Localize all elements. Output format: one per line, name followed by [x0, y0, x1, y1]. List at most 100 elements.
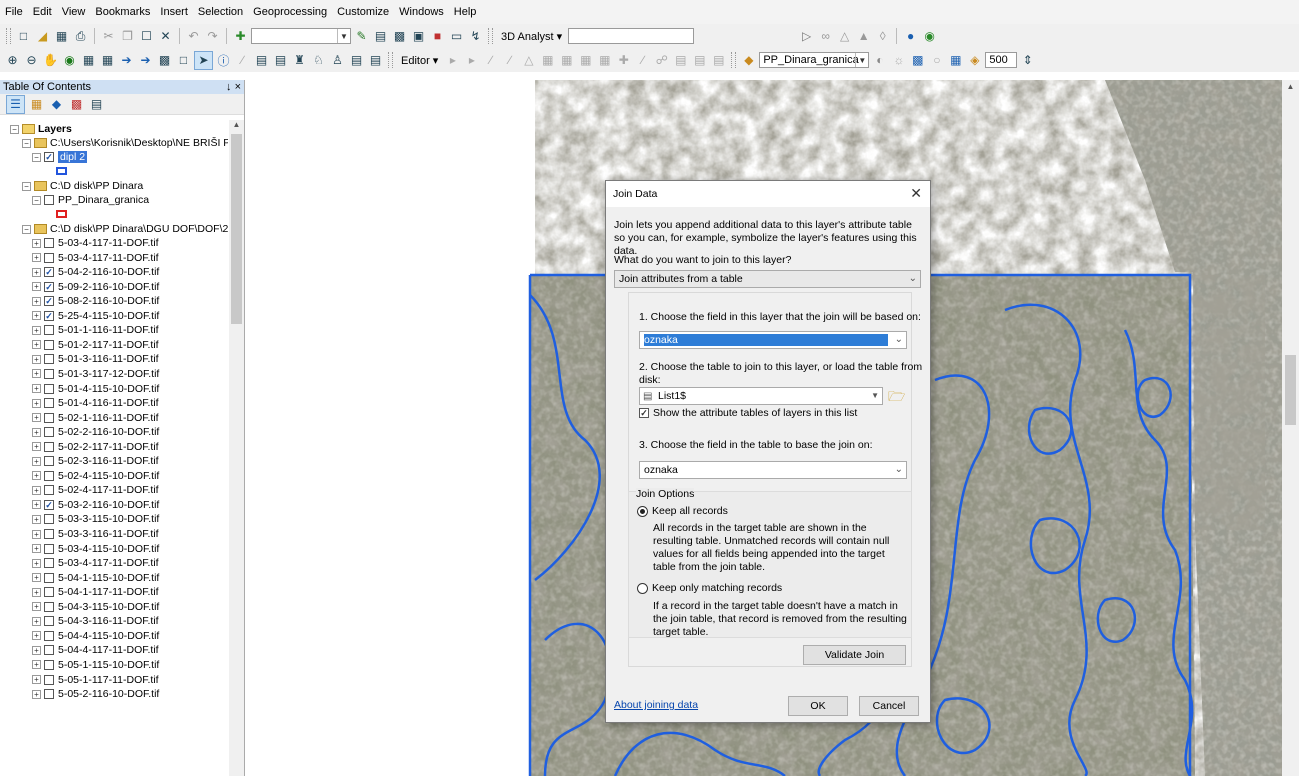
attributes-icon[interactable]: ▤ — [672, 52, 689, 69]
measure-icon[interactable]: ▤ — [272, 52, 289, 69]
table-of-contents-icon[interactable]: ▤ — [372, 28, 389, 45]
menu-view[interactable]: View — [57, 0, 91, 24]
raster-layer-row[interactable]: +5-03-3-115-10-DOF.tif — [32, 512, 159, 526]
expand-icon[interactable]: + — [32, 689, 41, 699]
swipe-icon[interactable]: ▩ — [909, 52, 926, 69]
zoom-in-icon[interactable]: ⊕ — [4, 52, 21, 69]
expand-icon[interactable]: + — [32, 311, 41, 321]
edit-annotation-icon[interactable]: ▸ — [463, 52, 480, 69]
menu-help[interactable]: Help — [449, 0, 482, 24]
expand-icon[interactable]: + — [32, 253, 41, 263]
editor-options-icon[interactable]: ▤ — [710, 52, 727, 69]
scroll-thumb[interactable] — [1285, 355, 1296, 425]
profile-graph-icon[interactable]: △ — [836, 28, 853, 45]
layer-checkbox[interactable] — [44, 689, 54, 700]
group-dof[interactable]: − C:\D disk\PP Dinara\DGU DOF\DOF\201 — [22, 222, 228, 236]
identify-icon[interactable]: ⓘ — [215, 52, 232, 69]
toc-pin-close[interactable]: ↓ × — [226, 81, 241, 93]
menu-customize[interactable]: Customize — [332, 0, 394, 24]
raster-layer-row[interactable]: +5-03-3-116-11-DOF.tif — [32, 527, 159, 541]
table-field-select[interactable]: oznaka ⌄ — [639, 461, 907, 479]
layer-checkbox[interactable]: ✓ — [44, 267, 54, 278]
expand-icon[interactable]: + — [32, 267, 41, 277]
hyperlink-icon[interactable]: ∕ — [234, 52, 251, 69]
toolbar-grip[interactable] — [731, 52, 737, 68]
scale-icon[interactable]: ◈ — [966, 52, 983, 69]
collapse-icon[interactable]: − — [22, 181, 31, 191]
rotate-icon[interactable]: ▦ — [558, 52, 575, 69]
keep-matching-radio[interactable] — [637, 583, 648, 594]
cancel-button[interactable]: Cancel — [859, 696, 919, 716]
keep-all-radio[interactable] — [637, 506, 648, 517]
menu-insert[interactable]: Insert — [155, 0, 193, 24]
create-features-icon[interactable]: ▤ — [691, 52, 708, 69]
split-tool-icon[interactable]: ▦ — [539, 52, 556, 69]
join-type-select[interactable]: Join attributes from a table ⌄ — [614, 270, 921, 288]
list-by-drawing-order-icon[interactable]: ☰ — [6, 94, 25, 114]
toolbar-grip[interactable] — [6, 28, 11, 44]
menu-file[interactable]: File — [0, 0, 28, 24]
expand-icon[interactable]: + — [32, 384, 41, 393]
layer-dipl2[interactable]: − ✓ dipl 2 — [32, 150, 88, 164]
expand-icon[interactable]: + — [32, 529, 41, 539]
3d-analyst-menu[interactable]: 3D Analyst ▾ — [497, 30, 566, 43]
steepest-path-icon[interactable]: ▲ — [855, 28, 872, 45]
zoom-out-icon[interactable]: ⊖ — [23, 52, 40, 69]
layer-checkbox[interactable] — [44, 601, 54, 612]
expand-icon[interactable]: + — [32, 340, 41, 350]
layer-checkbox[interactable] — [44, 339, 54, 350]
raster-layer-row[interactable]: +5-02-1-116-11-DOF.tif — [32, 411, 159, 425]
toolbar-grip[interactable] — [488, 28, 493, 44]
arcscene-icon[interactable]: ● — [902, 28, 919, 45]
collapse-icon[interactable]: − — [22, 138, 31, 148]
expand-icon[interactable]: + — [32, 573, 41, 583]
fixed-zoom-in-icon[interactable]: ▦ — [80, 52, 97, 69]
straight-segment-icon[interactable]: ∕ — [482, 52, 499, 69]
layer-checkbox[interactable] — [44, 558, 54, 569]
expand-icon[interactable]: + — [32, 660, 41, 670]
expand-icon[interactable]: + — [32, 631, 41, 641]
expand-icon[interactable]: + — [32, 369, 41, 379]
go-to-xy-icon[interactable]: ♙ — [329, 52, 346, 69]
raster-layer-row[interactable]: +5-05-1-117-11-DOF.tif — [32, 673, 159, 687]
raster-layer-row[interactable]: +5-01-3-116-11-DOF.tif — [32, 352, 159, 366]
menu-bookmarks[interactable]: Bookmarks — [90, 0, 155, 24]
raster-layer-row[interactable]: + ✓ 5-08-2-116-10-DOF.tif — [32, 294, 159, 308]
raster-layer-row[interactable]: +5-04-4-117-11-DOF.tif — [32, 643, 159, 657]
menu-edit[interactable]: Edit — [28, 0, 57, 24]
create-tin-icon[interactable]: ▷ — [798, 28, 815, 45]
raster-layer-row[interactable]: +5-03-4-117-11-DOF.tif — [32, 251, 159, 265]
expand-icon[interactable]: + — [32, 354, 41, 364]
sketch-properties-icon[interactable]: ☍ — [653, 52, 670, 69]
menu-geoprocessing[interactable]: Geoprocessing — [248, 0, 332, 24]
save-icon[interactable]: ▦ — [53, 28, 70, 45]
split-icon[interactable]: ▦ — [596, 52, 613, 69]
raster-layer-row[interactable]: +5-03-4-115-10-DOF.tif — [32, 542, 159, 556]
expand-icon[interactable]: + — [32, 238, 41, 248]
polygon-symbol-icon[interactable] — [56, 167, 67, 175]
fixed-zoom-out-icon[interactable]: ▦ — [99, 52, 116, 69]
open-folder-icon[interactable]: ◢ — [34, 28, 51, 45]
full-extent-icon[interactable]: ◉ — [61, 52, 78, 69]
layer-checkbox[interactable] — [44, 456, 54, 467]
raster-layer-row[interactable]: +5-04-4-115-10-DOF.tif — [32, 629, 159, 643]
find-icon[interactable]: ♜ — [291, 52, 308, 69]
layer-checkbox[interactable] — [44, 383, 54, 394]
redo-icon[interactable]: ↷ — [204, 28, 221, 45]
expand-icon[interactable]: + — [32, 398, 41, 408]
expand-icon[interactable]: + — [32, 500, 41, 510]
close-icon[interactable]: ✕ — [910, 185, 922, 202]
editor-toolbar-icon[interactable]: ✎ — [353, 28, 370, 45]
layer-checkbox[interactable] — [44, 252, 54, 263]
layer-checkbox[interactable] — [44, 238, 54, 248]
expand-icon[interactable]: + — [32, 587, 41, 597]
raster-layer-row[interactable]: +5-01-2-117-11-DOF.tif — [32, 338, 159, 352]
expand-icon[interactable]: + — [32, 602, 41, 612]
clear-selection-icon[interactable]: □ — [175, 52, 192, 69]
expand-icon[interactable]: + — [32, 471, 41, 481]
expand-icon[interactable]: + — [32, 616, 41, 626]
expand-icon[interactable]: + — [32, 558, 41, 568]
editor-menu[interactable]: Editor ▾ — [397, 54, 442, 67]
layer-checkbox[interactable] — [44, 470, 54, 481]
html-popup-icon[interactable]: ▤ — [253, 52, 270, 69]
